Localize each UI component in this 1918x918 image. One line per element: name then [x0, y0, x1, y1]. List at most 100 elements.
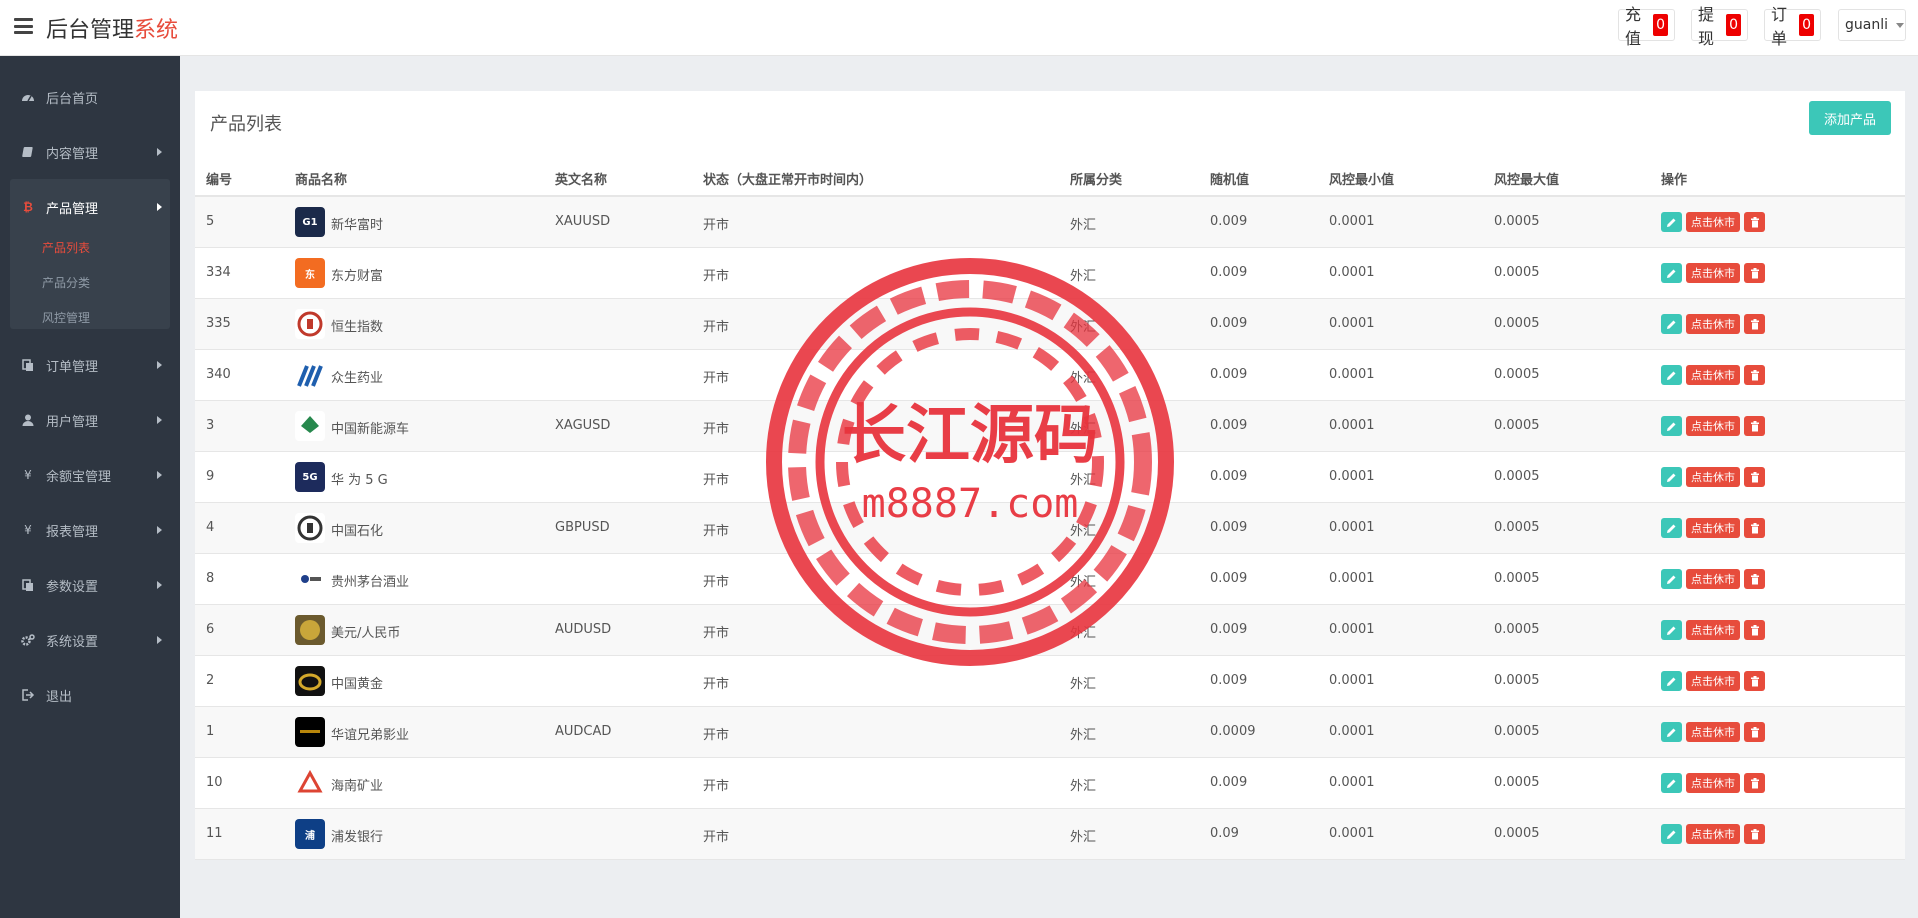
sidebar-item-orders[interactable]: 订单管理	[0, 345, 180, 385]
table-row: 10 开市 外汇 0.009 0.0001 0.0005 海南矿业 点击休市	[195, 758, 1905, 809]
delete-button[interactable]	[1744, 722, 1765, 742]
cell-risk-max: 0.0005	[1494, 367, 1540, 382]
close-market-button[interactable]: 点击休市	[1686, 824, 1740, 844]
sidebar-subitem-product-category[interactable]: 产品分类	[42, 274, 90, 291]
close-market-button[interactable]: 点击休市	[1686, 416, 1740, 436]
cell-category: 外汇	[1070, 728, 1097, 743]
cell-id: 8	[206, 571, 215, 586]
menu-toggle-icon[interactable]	[14, 18, 33, 34]
book-icon	[20, 145, 36, 159]
delete-button[interactable]	[1744, 212, 1765, 232]
close-market-button[interactable]: 点击休市	[1686, 518, 1740, 538]
delete-button[interactable]	[1744, 314, 1765, 334]
pencil-icon	[1667, 779, 1676, 788]
edit-button[interactable]	[1661, 671, 1682, 691]
page-title: 产品列表	[210, 114, 282, 135]
cell-risk-max: 0.0005	[1494, 316, 1540, 331]
edit-button[interactable]	[1661, 314, 1682, 334]
row-actions: 点击休市	[1661, 722, 1765, 742]
edit-button[interactable]	[1661, 212, 1682, 232]
cell-en-name: AUDCAD	[555, 724, 612, 739]
edit-button[interactable]	[1661, 416, 1682, 436]
sidebar-item-products[interactable]: ₿ 产品管理	[0, 187, 180, 227]
edit-button[interactable]	[1661, 824, 1682, 844]
row-actions: 点击休市	[1661, 569, 1765, 589]
product-logo-icon: G1	[295, 207, 325, 237]
edit-button[interactable]	[1661, 722, 1682, 742]
cell-status: 开市	[703, 524, 730, 539]
delete-button[interactable]	[1744, 263, 1765, 283]
copy-icon	[20, 578, 36, 592]
sidebar-item-content[interactable]: 内容管理	[0, 132, 180, 172]
table-row: 8 开市 外汇 0.009 0.0001 0.0005 贵州茅台酒业 点击休市	[195, 554, 1905, 605]
row-actions: 点击休市	[1661, 773, 1765, 793]
withdraw-label: 提现	[1698, 5, 1715, 48]
withdraw-button[interactable]: 提现 0	[1691, 5, 1748, 48]
sidebar-subitem-risk-control[interactable]: 风控管理	[42, 309, 90, 326]
sidebar-item-params[interactable]: 参数设置	[0, 565, 180, 605]
edit-button[interactable]	[1661, 518, 1682, 538]
delete-button[interactable]	[1744, 620, 1765, 640]
close-market-button[interactable]: 点击休市	[1686, 671, 1740, 691]
sign-out-icon	[20, 688, 36, 702]
edit-button[interactable]	[1661, 365, 1682, 385]
cell-id: 1	[206, 724, 215, 739]
table-row: 3 XAGUSD 开市 外汇 0.009 0.0001 0.0005 中国新能源车 点击休市	[195, 401, 1905, 452]
delete-button[interactable]	[1744, 773, 1765, 793]
user-dropdown[interactable]: guanli	[1838, 9, 1906, 41]
cell-status: 开市	[703, 371, 730, 386]
cell-risk-min: 0.0001	[1329, 826, 1375, 841]
close-market-button[interactable]: 点击休市	[1686, 722, 1740, 742]
sidebar-item-users[interactable]: 用户管理	[0, 400, 180, 440]
edit-button[interactable]	[1661, 467, 1682, 487]
edit-button[interactable]	[1661, 569, 1682, 589]
sidebar-item-home[interactable]: 后台首页	[0, 77, 180, 117]
sidebar-subitem-product-list[interactable]: 产品列表	[42, 239, 90, 256]
close-market-button[interactable]: 点击休市	[1686, 365, 1740, 385]
delete-button[interactable]	[1744, 824, 1765, 844]
delete-button[interactable]	[1744, 467, 1765, 487]
header-name: 商品名称	[295, 173, 348, 188]
cell-risk-max: 0.0005	[1494, 724, 1540, 739]
row-actions: 点击休市	[1661, 824, 1765, 844]
product-logo-icon	[295, 717, 325, 747]
recharge-button[interactable]: 充值 0	[1618, 5, 1675, 48]
cell-status: 开市	[703, 422, 730, 437]
table-row: 335 开市 外汇 0.009 0.0001 0.0005 恒生指数 点击休市	[195, 299, 1905, 350]
close-market-button[interactable]: 点击休市	[1686, 569, 1740, 589]
sidebar-item-yuebao[interactable]: ¥ 余额宝管理	[0, 455, 180, 495]
edit-button[interactable]	[1661, 620, 1682, 640]
orders-button[interactable]: 订单 0	[1764, 5, 1821, 48]
recharge-count-badge: 0	[1653, 14, 1668, 36]
cell-id: 9	[206, 469, 215, 484]
edit-button[interactable]	[1661, 263, 1682, 283]
product-logo-icon	[295, 309, 325, 339]
edit-button[interactable]	[1661, 773, 1682, 793]
sidebar-item-reports[interactable]: ¥ 报表管理	[0, 510, 180, 550]
cell-id: 340	[206, 367, 231, 382]
close-market-button[interactable]: 点击休市	[1686, 467, 1740, 487]
product-logo-icon	[295, 411, 325, 441]
close-market-button[interactable]: 点击休市	[1686, 620, 1740, 640]
delete-button[interactable]	[1744, 365, 1765, 385]
close-market-button[interactable]: 点击休市	[1686, 314, 1740, 334]
close-market-button[interactable]: 点击休市	[1686, 212, 1740, 232]
header-random: 随机值	[1210, 173, 1250, 188]
sidebar-item-logout[interactable]: 退出	[0, 675, 180, 715]
delete-button[interactable]	[1744, 569, 1765, 589]
sidebar-item-system[interactable]: 系统设置	[0, 620, 180, 660]
cell-status: 开市	[703, 728, 730, 743]
close-market-button[interactable]: 点击休市	[1686, 263, 1740, 283]
table-row: 9 开市 外汇 0.009 0.0001 0.0005 5G 华 为 5 G 点击休市	[195, 452, 1905, 503]
close-market-button[interactable]: 点击休市	[1686, 773, 1740, 793]
trash-icon	[1750, 777, 1759, 788]
chevron-right-icon	[157, 581, 162, 589]
delete-button[interactable]	[1744, 518, 1765, 538]
table-row: 11 开市 外汇 0.09 0.0001 0.0005 浦浦发银行 点击休市	[195, 809, 1905, 860]
row-actions: 点击休市	[1661, 314, 1765, 334]
add-product-button[interactable]: 添加产品	[1809, 101, 1891, 135]
table-body: 5 XAUUSD 开市 外汇 0.009 0.0001 0.0005 G1 新华富时 点击休市 33…	[195, 197, 1905, 860]
delete-button[interactable]	[1744, 671, 1765, 691]
table-row: 2 开市 外汇 0.009 0.0001 0.0005 中国黄金 点击休市	[195, 656, 1905, 707]
delete-button[interactable]	[1744, 416, 1765, 436]
